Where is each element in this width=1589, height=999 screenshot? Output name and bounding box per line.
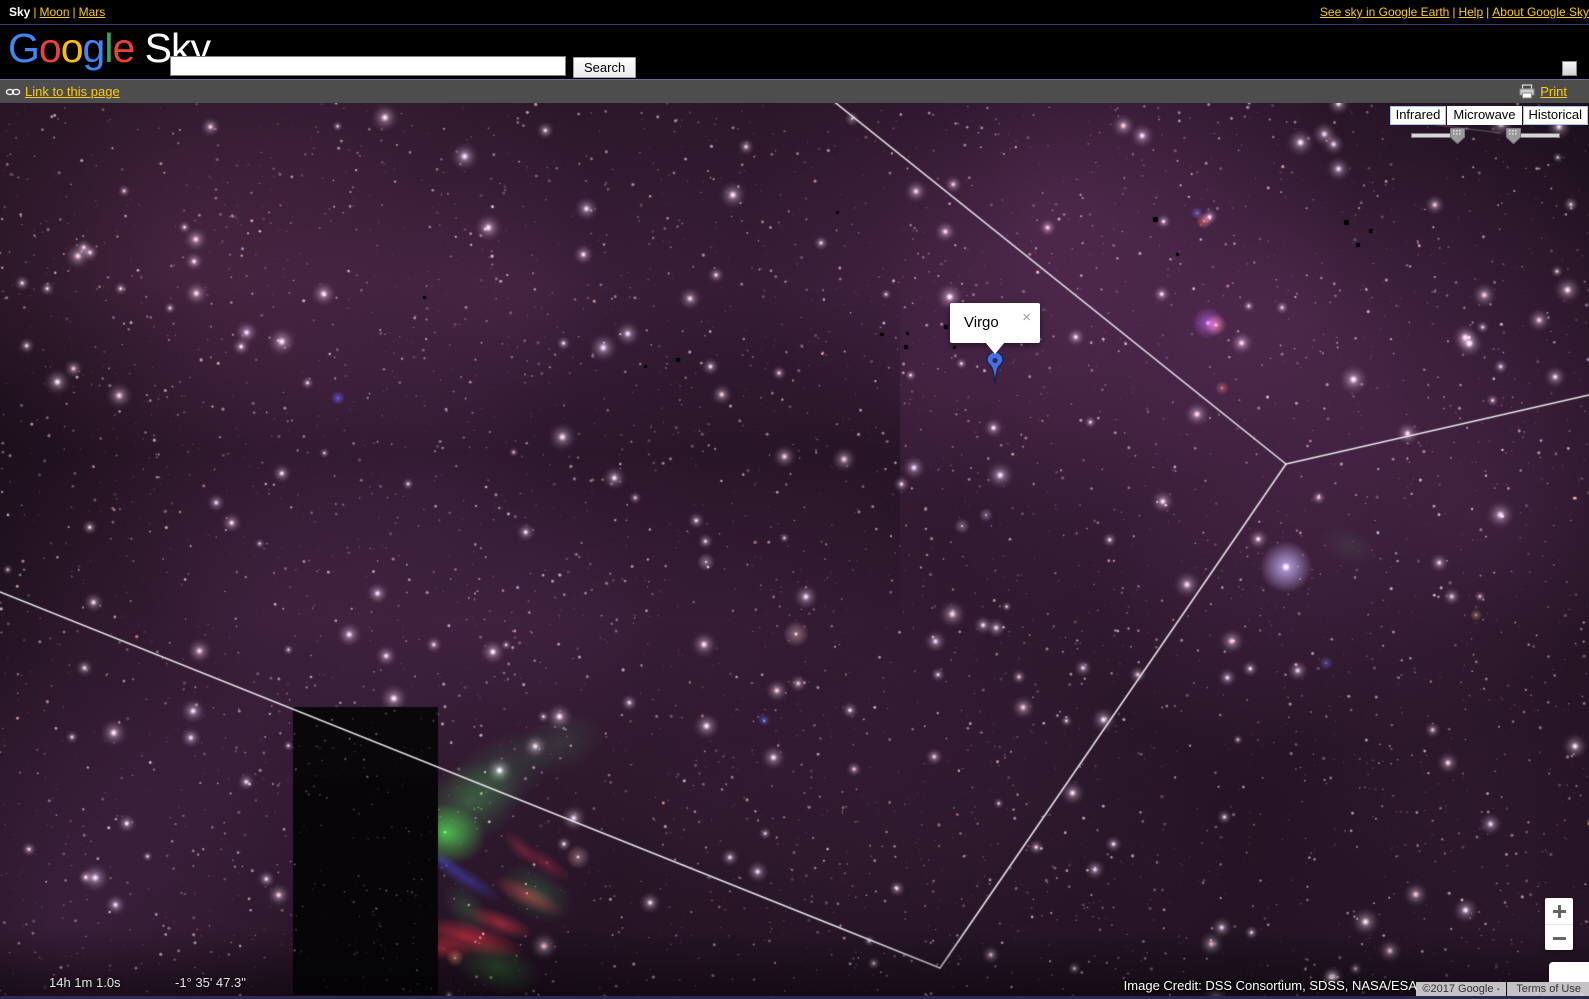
google-sky-page: Sky | Moon | Mars See sky in Google Earth | He…: [0, 0, 1589, 999]
zoom-out-button[interactable]: [1545, 925, 1573, 951]
plus-icon-vertical: [1557, 904, 1561, 918]
coordinate-readout: 14h 1m 1.0s -1° 35' 47.3": [0, 975, 400, 993]
nav-separator-4: |: [1486, 5, 1490, 19]
zoom-control: [1545, 898, 1573, 950]
search-input[interactable]: [170, 56, 566, 76]
image-credit: Image Credit: DSS Consortium, SDSS, NASA…: [1123, 978, 1417, 993]
nav-item-moon[interactable]: Moon: [39, 5, 69, 19]
layer-button-infrared[interactable]: Infrared: [1389, 106, 1447, 125]
nav-help[interactable]: Help: [1458, 5, 1483, 19]
logo-letter-o2: o: [60, 25, 84, 71]
zoom-in-button[interactable]: [1545, 898, 1573, 925]
print-link[interactable]: Print: [1540, 84, 1567, 99]
logo-letter-g2: g: [82, 25, 106, 71]
nav-item-mars[interactable]: Mars: [79, 5, 106, 19]
infrared-slider-knob[interactable]: [1449, 127, 1466, 145]
historical-slider-knob[interactable]: [1505, 127, 1522, 145]
link-to-this-page-group[interactable]: Link to this page: [5, 84, 120, 99]
info-window-title: Virgo: [964, 314, 999, 331]
top-navigation-bar: Sky | Moon | Mars See sky in Google Earth | He…: [0, 0, 1589, 25]
attribution-corner-fill: [1549, 962, 1589, 982]
logo-letter-g1: G: [8, 25, 40, 71]
nav-about-google-sky[interactable]: About Google Sky: [1492, 5, 1589, 19]
info-window[interactable]: Virgo ×: [950, 303, 1040, 354]
printer-icon: [1519, 84, 1535, 99]
right-ascension-value: 14h 1m 1.0s: [49, 975, 121, 990]
terms-of-use-link[interactable]: Terms of Use: [1507, 982, 1589, 997]
attribution-bar: ©2017 Google - Terms of Use: [1416, 982, 1589, 997]
link-to-this-page-link[interactable]: Link to this page: [25, 84, 120, 99]
declination-value: -1° 35' 47.3": [175, 975, 246, 990]
topnav-right-links: See sky in Google Earth | Help | About Googl…: [1320, 5, 1589, 19]
chain-link-icon: [5, 86, 21, 98]
copyright-text: ©2017 Google -: [1416, 982, 1507, 997]
language-selector-wrapper[interactable]: English (US): [1410, 58, 1581, 113]
infrared-opacity-slider[interactable]: [1411, 126, 1466, 145]
close-icon[interactable]: ×: [1022, 310, 1031, 325]
utility-bar: Link to this page Print: [0, 79, 1589, 103]
topnav-left-links: Sky | Moon | Mars: [9, 5, 105, 19]
nav-item-sky: Sky: [9, 5, 31, 19]
header-bar: Google Sky Search e.g.: Galaxy, M31, NGC…: [0, 25, 1589, 113]
minus-icon: [1552, 936, 1566, 940]
sky-image-canvas[interactable]: [0, 103, 1589, 999]
print-group[interactable]: Print: [1519, 84, 1567, 99]
info-window-tail: [985, 342, 1005, 354]
layer-opacity-sliders: [1376, 126, 1588, 148]
nav-see-sky-in-google-earth[interactable]: See sky in Google Earth: [1320, 5, 1449, 19]
sky-map-viewport[interactable]: Infrared Microwave Historical Virgo × 14…: [0, 103, 1589, 999]
chevron-down-icon: [1565, 67, 1573, 71]
layer-toggle-group: Infrared Microwave Historical: [1389, 106, 1588, 125]
layer-button-microwave[interactable]: Microwave: [1447, 106, 1522, 125]
historical-opacity-slider[interactable]: [1505, 126, 1560, 145]
search-button[interactable]: Search: [573, 57, 637, 78]
nav-separator-2: |: [72, 5, 76, 19]
logo-letter-o1: o: [38, 25, 62, 71]
map-marker-virgo[interactable]: [985, 351, 1005, 385]
layer-button-historical[interactable]: Historical: [1522, 106, 1588, 125]
logo-letter-e: e: [112, 25, 135, 71]
